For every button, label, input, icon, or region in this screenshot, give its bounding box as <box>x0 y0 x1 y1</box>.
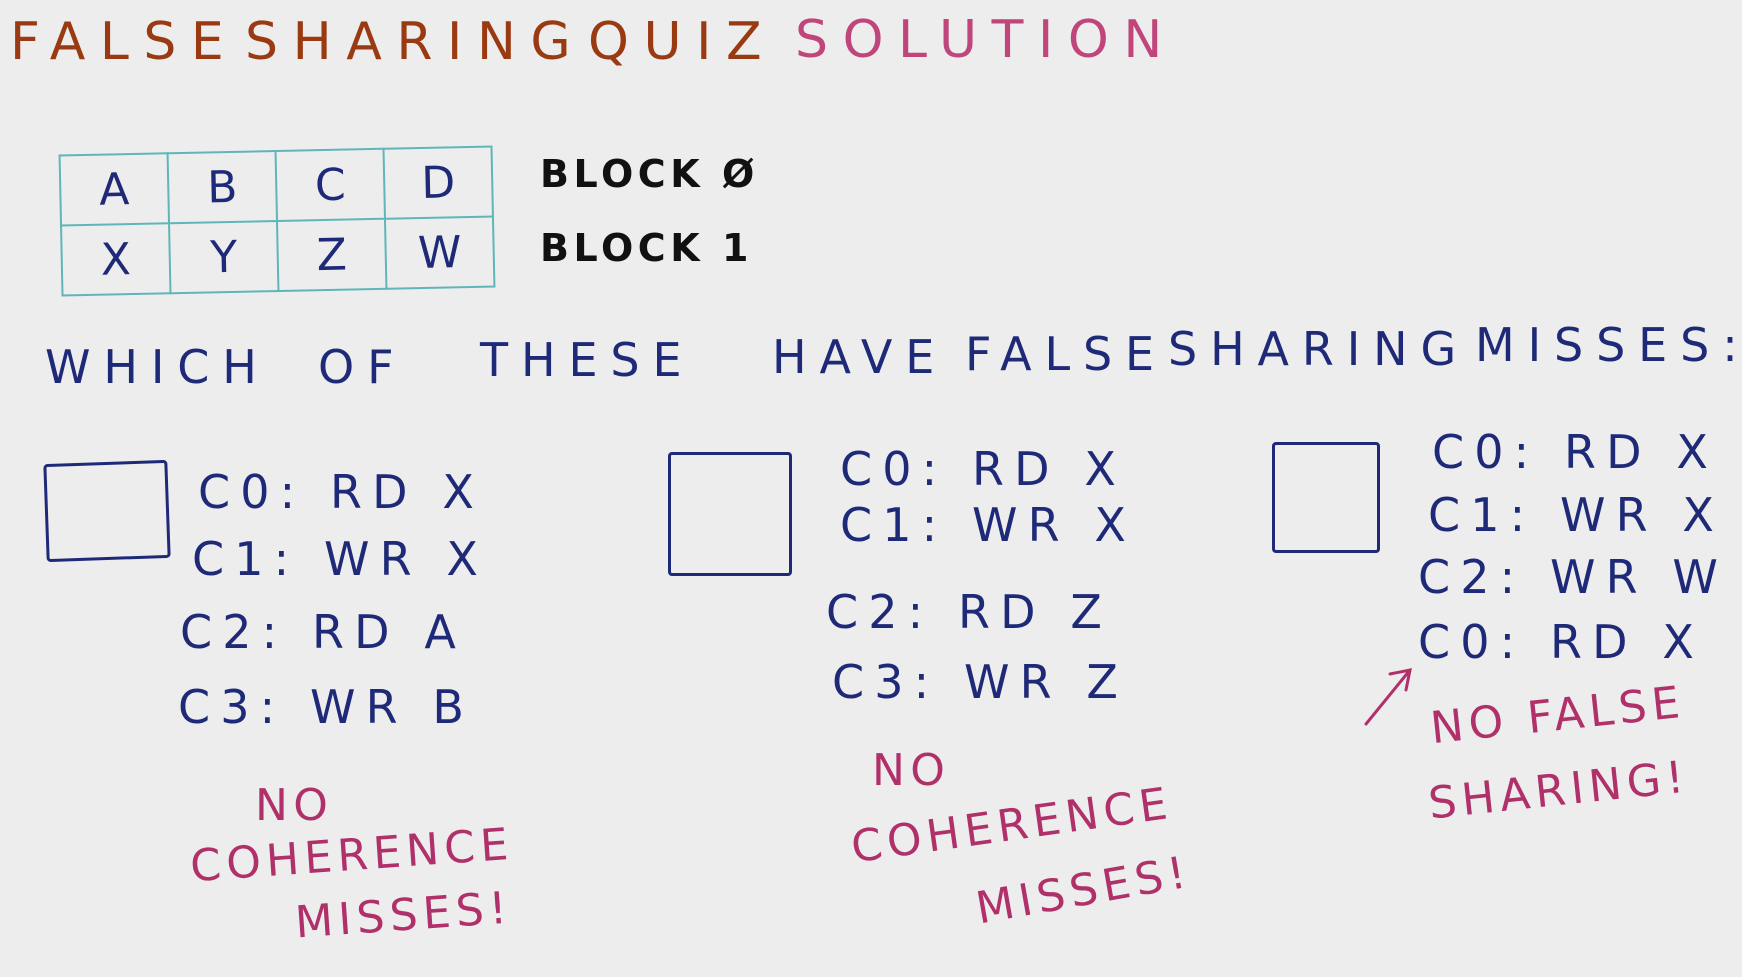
option-1-line-1: C0: RD X <box>198 465 484 519</box>
option-3-line-2: C1: WR X <box>1428 488 1725 542</box>
pointer-arrow-icon <box>1364 668 1412 726</box>
option-1-note-line-3: MISSES! <box>293 882 514 949</box>
question-word: WHICH <box>45 340 270 394</box>
title-word-sharing: SHARING <box>245 12 586 72</box>
grid-cell: Y <box>169 221 279 294</box>
question-word: THESE <box>480 333 695 387</box>
grid-cell: D <box>383 146 493 219</box>
block-1-label: BLOCK 1 <box>540 226 754 270</box>
option-2-line-4: C3: WR Z <box>832 655 1129 709</box>
option-3-line-1: C0: RD X <box>1432 425 1718 479</box>
grid-cell: B <box>167 151 277 224</box>
cache-block-grid: A B C D X Y Z W <box>59 145 496 296</box>
title-word-false: FALSE <box>10 12 239 72</box>
block-0-label: BLOCK Ø <box>540 152 759 196</box>
grid-cell: X <box>61 223 171 296</box>
block-row-1: X Y Z W <box>61 216 495 296</box>
option-3-line-3: C2: WR W <box>1418 550 1729 604</box>
question-word: OF <box>318 340 407 394</box>
option-3-note-line-1: NO FALSE <box>1428 676 1688 755</box>
grid-cell: C <box>275 148 385 221</box>
option-2-line-1: C0: RD X <box>840 442 1126 496</box>
option-2-note-line-1: NO <box>872 745 951 796</box>
question-word: HAVE <box>772 330 948 384</box>
option-1-note-line-1: NO <box>255 780 334 831</box>
title-word-solution: SOLUTION <box>795 10 1177 70</box>
question-word: FALSE <box>965 327 1167 381</box>
option-1-line-3: C2: RD A <box>180 605 466 659</box>
option-2-checkbox[interactable] <box>668 452 792 576</box>
option-2-line-3: C2: RD Z <box>826 585 1112 639</box>
option-1-note-line-2: COHERENCE <box>188 818 515 893</box>
grid-cell: W <box>384 216 495 289</box>
grid-cell: A <box>59 153 170 226</box>
option-2-note-line-3: MISSES! <box>972 846 1195 935</box>
title-word-quiz: QUIZ <box>588 12 777 72</box>
option-1-line-4: C3: WR B <box>178 680 475 734</box>
option-3-note-line-2: SHARING! <box>1426 751 1692 830</box>
option-1-checkbox[interactable] <box>43 459 171 563</box>
option-3-checkbox[interactable] <box>1272 442 1380 553</box>
option-3-line-4: C0: RD X <box>1418 615 1704 669</box>
option-2-line-2: C1: WR X <box>840 498 1137 552</box>
grid-cell: Z <box>277 218 387 291</box>
question-word: SHARING <box>1168 322 1470 376</box>
block-row-0: A B C D <box>59 146 493 226</box>
question-word: MISSES: <box>1475 318 1742 372</box>
option-1-line-2: C1: WR X <box>192 532 489 586</box>
